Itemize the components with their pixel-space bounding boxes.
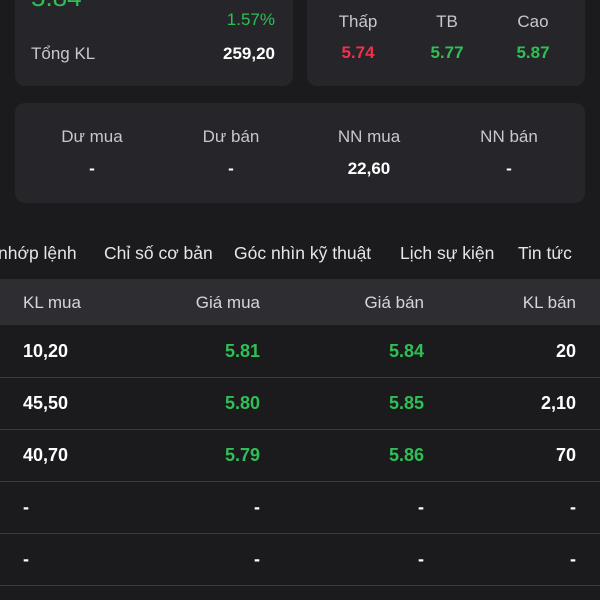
buy-price-cell: - — [254, 497, 260, 517]
tab-event-calendar[interactable]: Lịch sự kiện — [400, 243, 494, 264]
buy-surplus-label: Dư mua — [61, 127, 123, 146]
sell-volume-cell: 2,10 — [540, 393, 576, 413]
high-label: Cao — [517, 12, 549, 31]
market-stats-card: Dư mua - Dư bán - NN mua 22,60 NN bán - — [15, 103, 585, 203]
sell-volume-cell: - — [570, 549, 576, 569]
order-book-header: KL mua Giá mua Giá bán KL bán — [0, 279, 600, 325]
total-volume-value: 259,20 — [223, 44, 275, 63]
sell-price-cell: 5.86 — [388, 445, 424, 465]
average-label: TB — [436, 12, 458, 31]
sell-surplus-label: Dư bán — [202, 127, 260, 146]
header-buy-price: Giá mua — [195, 293, 260, 312]
average-value: 5.77 — [430, 43, 464, 62]
buy-price-cell: 5.79 — [224, 445, 260, 465]
foreign-sell-label: NN bán — [480, 127, 538, 146]
tab-news[interactable]: Tin tức — [518, 243, 572, 264]
change-percent: 1.57% — [226, 10, 275, 29]
order-book-row: 10,20 5.81 5.84 20 — [0, 326, 600, 378]
buy-volume-cell: - — [23, 549, 29, 569]
buy-price-cell: - — [254, 549, 260, 569]
sell-price-cell: - — [418, 549, 424, 569]
sell-price-cell: 5.85 — [388, 393, 424, 413]
order-book-row: - - - - — [0, 534, 600, 586]
price-range-card: Thấp 5.74 TB 5.77 Cao 5.87 — [307, 0, 585, 86]
low-value: 5.74 — [341, 43, 375, 62]
buy-volume-cell: 45,50 — [23, 393, 69, 413]
order-book-row: 40,70 5.79 5.86 70 — [0, 430, 600, 482]
sell-volume-cell: - — [570, 497, 576, 517]
current-price: 5.84 — [31, 0, 82, 13]
foreign-sell-value: - — [506, 159, 512, 178]
buy-volume-cell: - — [23, 497, 29, 517]
header-buy-volume: KL mua — [23, 293, 81, 312]
buy-volume-cell: 40,70 — [23, 445, 69, 465]
tab-technical-view[interactable]: Góc nhìn kỹ thuật — [234, 243, 371, 264]
header-sell-price: Giá bán — [364, 293, 424, 312]
high-value: 5.87 — [516, 43, 550, 62]
sell-surplus-value: - — [228, 159, 234, 178]
order-book-row: 45,50 5.80 5.85 2,10 — [0, 378, 600, 430]
header-sell-volume: KL bán — [522, 293, 576, 312]
order-book-row: - - - - — [0, 482, 600, 534]
price-summary-card: 5.84 1.57% Tổng KL 259,20 — [15, 0, 293, 86]
low-label: Thấp — [338, 12, 378, 31]
buy-price-cell: 5.80 — [224, 393, 260, 413]
buy-price-cell: 5.81 — [224, 341, 260, 361]
sell-volume-cell: 20 — [555, 341, 576, 361]
detail-tabs: nhớp lệnh Chỉ số cơ bản Góc nhìn kỹ thuậ… — [0, 236, 600, 272]
sell-price-cell: - — [418, 497, 424, 517]
sell-price-cell: 5.84 — [388, 341, 424, 361]
sell-volume-cell: 70 — [555, 445, 576, 465]
total-volume-label: Tổng KL — [31, 44, 96, 63]
foreign-buy-value: 22,60 — [347, 159, 391, 178]
tab-fundamentals[interactable]: Chỉ số cơ bản — [104, 243, 213, 264]
buy-volume-cell: 10,20 — [23, 341, 69, 361]
foreign-buy-label: NN mua — [337, 127, 401, 146]
tab-order-matching[interactable]: nhớp lệnh — [0, 243, 77, 264]
buy-surplus-value: - — [89, 159, 95, 178]
